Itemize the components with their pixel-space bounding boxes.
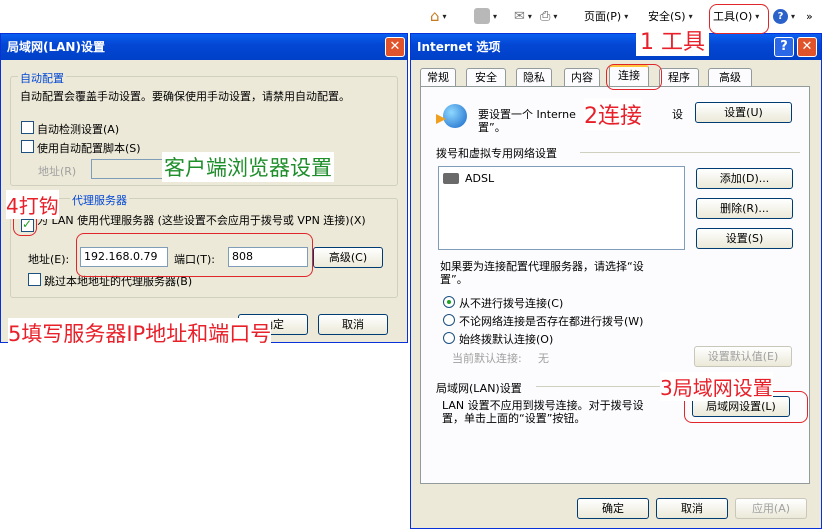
radio-dial-whenever[interactable] <box>443 314 455 326</box>
auto-config-description: 自动配置会覆盖手动设置。要确保使用手动设置，请禁用自动配置。 <box>20 90 350 103</box>
tab-security-label: 安全 <box>475 71 497 84</box>
help-button[interactable]: ? ▾ <box>773 7 795 25</box>
close-icon: ✕ <box>801 39 813 54</box>
tab-general[interactable]: 常规 <box>420 68 456 86</box>
radio-always-dial-label: 始终拨默认连接(O) <box>459 333 554 346</box>
proxy-prompt: 如果要为连接配置代理服务器，请选择“设置”。 <box>440 260 644 286</box>
lan-settings-titlebar[interactable]: 局域网(LAN)设置 <box>1 34 407 60</box>
page-menu-label: 页面(P) <box>584 10 622 23</box>
modem-icon <box>443 173 459 184</box>
connections-tab-highlight-ring <box>606 64 662 90</box>
set-default-button[interactable]: 设置默认值(E) <box>694 346 792 367</box>
connection-name: ADSL <box>465 172 495 185</box>
script-address-label: 地址(R) <box>38 165 77 178</box>
lan-cancel-button[interactable]: 取消 <box>318 314 388 335</box>
add-button[interactable]: 添加(D)... <box>696 168 793 189</box>
tab-content[interactable]: 内容 <box>564 68 600 86</box>
tab-privacy[interactable]: 隐私 <box>516 68 552 86</box>
tab-advanced[interactable]: 高级 <box>708 68 752 86</box>
safety-menu-label: 安全(S) <box>648 10 686 23</box>
proxy-address-label: 地址(E): <box>28 253 70 266</box>
step5-annotation: 5填写服务器IP地址和端口号 <box>8 318 272 348</box>
page-menu[interactable]: 页面(P) ▾ <box>584 7 628 25</box>
address-port-highlight-ring <box>76 233 313 277</box>
radio-always-dial[interactable] <box>443 332 455 344</box>
safety-menu[interactable]: 安全(S) ▾ <box>648 7 693 25</box>
lan-group-label: 局域网(LAN)设置 <box>436 382 522 395</box>
auto-config-group-label: 自动配置 <box>18 70 66 86</box>
lan-separator <box>536 386 666 387</box>
use-proxy-label: 为 LAN 使用代理服务器 (这些设置不会应用于拨号或 VPN 连接)(X) <box>37 214 366 227</box>
client-browser-annotation: 客户端浏览器设置 <box>162 152 334 182</box>
tab-privacy-label: 隐私 <box>523 71 545 84</box>
close-icon: ✕ <box>389 39 401 54</box>
list-item[interactable]: ADSL <box>443 172 494 185</box>
step1-annotation: 1 工具 <box>636 24 709 56</box>
tab-security[interactable]: 安全 <box>466 68 506 86</box>
question-icon: ? <box>780 39 788 54</box>
connection-settings-button[interactable]: 设置(S) <box>696 228 793 249</box>
step2-annotation: 2连接 <box>584 98 642 130</box>
options-close-button[interactable]: ✕ <box>797 37 817 57</box>
lan-close-button[interactable]: ✕ <box>385 37 405 57</box>
printer-icon: ⎙ <box>540 8 551 24</box>
tab-advanced-label: 高级 <box>719 71 741 84</box>
help-icon: ? <box>773 8 788 24</box>
remove-button[interactable]: 删除(R)... <box>696 198 793 219</box>
dialog-help-button[interactable]: ? <box>774 37 794 57</box>
mail-button[interactable]: ✉ ▾ <box>514 7 532 25</box>
radio-never-dial[interactable] <box>443 296 455 308</box>
setup-text-3: 置”。 <box>478 121 506 134</box>
lan-settings-title: 局域网(LAN)设置 <box>7 40 105 54</box>
feeds-button[interactable]: ▾ <box>474 7 497 25</box>
tab-content-label: 内容 <box>571 71 593 84</box>
setup-button[interactable]: 设置(U) <box>695 102 792 123</box>
proxy-advanced-button[interactable]: 高级(C) <box>313 247 383 268</box>
dialup-group-label: 拨号和虚拟专用网络设置 <box>436 147 557 160</box>
tab-programs[interactable]: 程序 <box>659 68 699 86</box>
print-button[interactable]: ⎙ ▾ <box>540 7 557 25</box>
options-ok-button[interactable]: 确定 <box>577 498 649 519</box>
chevron-right-icon: » <box>806 9 813 23</box>
connections-list[interactable]: ADSL <box>438 166 685 250</box>
radio-dial-whenever-label: 不论网络连接是否存在都进行拨号(W) <box>459 315 644 328</box>
setup-text-2: 设 <box>672 108 683 121</box>
internet-options-title: Internet 选项 <box>417 40 501 54</box>
mail-icon: ✉ <box>514 8 525 24</box>
radio-never-dial-label: 从不进行拨号连接(C) <box>459 297 564 310</box>
tools-highlight-ring <box>709 4 769 34</box>
rss-feed-icon <box>474 8 490 24</box>
lan-description: LAN 设置不应用到拨号连接。对于拨号设置，单击上面的“设置”按钮。 <box>442 399 644 425</box>
use-script-checkbox[interactable] <box>21 140 34 153</box>
home-icon: ⌂ <box>430 7 440 25</box>
options-cancel-button[interactable]: 取消 <box>656 498 728 519</box>
dialup-separator <box>580 152 800 153</box>
current-default-value: 无 <box>538 352 549 365</box>
script-address-input[interactable] <box>91 159 166 179</box>
internet-options-titlebar[interactable]: Internet 选项 <box>411 34 821 60</box>
step3-annotation: 3局域网设置 <box>660 372 773 401</box>
globe-icon <box>436 104 467 132</box>
auto-detect-checkbox[interactable] <box>21 121 34 134</box>
use-script-label: 使用自动配置脚本(S) <box>37 142 141 155</box>
bypass-local-checkbox[interactable] <box>28 273 41 286</box>
tab-programs-label: 程序 <box>668 71 690 84</box>
home-button[interactable]: ⌂ ▾ <box>430 7 447 25</box>
proxy-group-label: 代理服务器 <box>70 192 129 208</box>
auto-detect-label: 自动检测设置(A) <box>37 123 120 136</box>
current-default-label: 当前默认连接: <box>452 352 522 365</box>
apply-button[interactable]: 应用(A) <box>735 498 807 519</box>
step4-annotation: 4打钩 <box>6 190 59 219</box>
toolbar-overflow-button[interactable]: » <box>806 7 813 25</box>
tab-general-label: 常规 <box>427 71 449 84</box>
